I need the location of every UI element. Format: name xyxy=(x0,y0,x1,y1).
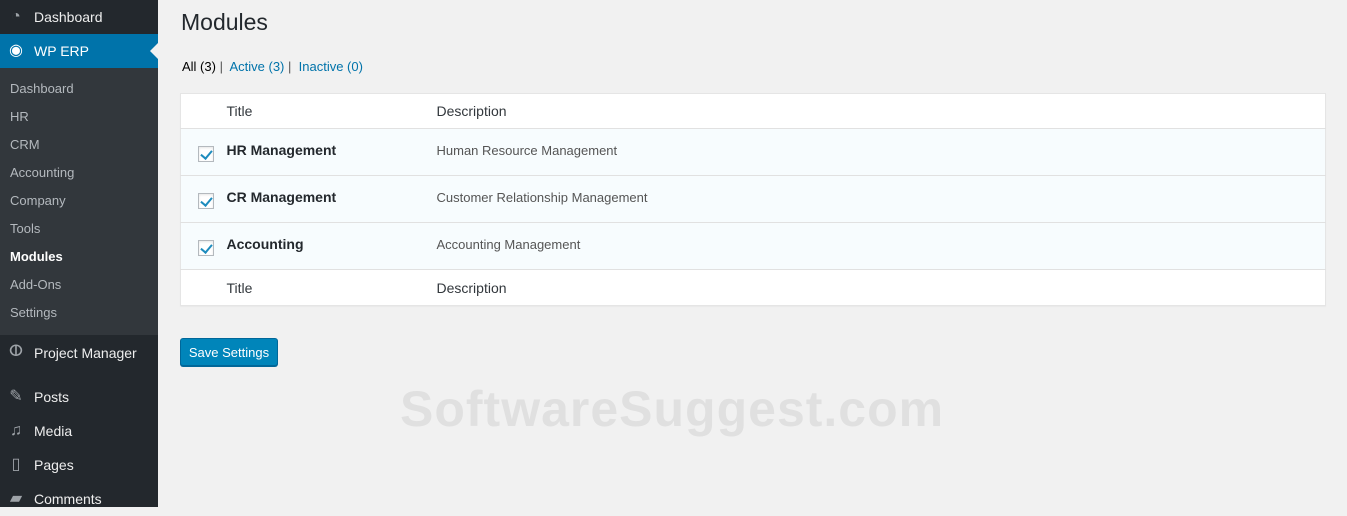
column-title[interactable]: Title xyxy=(226,93,437,129)
submenu-settings[interactable]: Settings xyxy=(0,299,158,327)
menu-label: Project Manager xyxy=(34,345,137,361)
submenu-company[interactable]: Company xyxy=(0,187,158,215)
module-checkbox[interactable] xyxy=(198,193,214,209)
wp-erp-logo-icon: ◉ xyxy=(9,42,23,59)
table-row: Accounting Accounting Management xyxy=(180,222,1326,270)
submenu-accounting[interactable]: Accounting xyxy=(0,159,158,187)
comment-icon: ▰ xyxy=(9,490,23,507)
menu-project-manager[interactable]: ⵀ Project Manager xyxy=(0,335,158,371)
modules-table: Title Description HR Management Human Reso… xyxy=(180,93,1326,306)
filter-active[interactable]: Active (3) xyxy=(229,59,284,74)
menu-wp-erp[interactable]: ◉ WP ERP xyxy=(0,34,158,68)
menu-label: Posts xyxy=(34,389,70,405)
table-row: CR Management Customer Relationship Manag… xyxy=(180,175,1326,223)
menu-posts[interactable]: ✎ Posts xyxy=(0,380,158,414)
footer-column-title[interactable]: Title xyxy=(226,269,437,306)
pin-icon: ✎ xyxy=(9,388,23,405)
menu-label: Dashboard xyxy=(34,9,103,25)
module-description: Customer Relationship Management xyxy=(436,175,1326,223)
page-title: Modules xyxy=(181,9,268,35)
footer-column-description[interactable]: Description xyxy=(436,269,1326,306)
media-icon: ♫ xyxy=(10,422,22,439)
module-description: Accounting Management xyxy=(436,222,1326,270)
menu-label: Media xyxy=(34,423,73,439)
current-arrow xyxy=(150,43,158,59)
module-checkbox[interactable] xyxy=(198,146,214,162)
submenu-modules[interactable]: Modules xyxy=(0,243,158,271)
wp-erp-submenu: Dashboard HR CRM Accounting Company Tool… xyxy=(0,68,158,335)
admin-sidebar: ◔ Dashboard ◉ WP ERP Dashboard HR CRM Acco… xyxy=(0,0,158,507)
dashboard-gauge-icon: ◔ xyxy=(11,8,21,25)
filter-all[interactable]: All (3) xyxy=(182,59,216,74)
submenu-tools[interactable]: Tools xyxy=(0,215,158,243)
save-settings-button[interactable]: Save Settings xyxy=(180,338,278,366)
column-description[interactable]: Description xyxy=(436,93,1326,129)
pages-icon: ▯ xyxy=(11,456,21,473)
menu-dashboard[interactable]: ◔ Dashboard xyxy=(0,0,158,34)
module-description: Human Resource Management xyxy=(436,143,618,158)
menu-label: WP ERP xyxy=(34,43,89,59)
separator: | xyxy=(219,59,223,74)
menu-label: Pages xyxy=(34,457,74,473)
menu-pages[interactable]: ▯ Pages xyxy=(0,448,158,482)
project-manager-icon: ⵀ xyxy=(8,343,24,360)
module-title: Accounting xyxy=(226,222,437,270)
filter-inactive[interactable]: Inactive (0) xyxy=(299,59,363,74)
menu-label: Comments xyxy=(34,491,102,507)
separator: | xyxy=(288,59,292,74)
module-checkbox[interactable] xyxy=(198,240,214,256)
submenu-crm[interactable]: CRM xyxy=(0,131,158,159)
menu-media[interactable]: ♫ Media xyxy=(0,414,158,448)
submenu-dashboard[interactable]: Dashboard xyxy=(0,75,158,103)
watermark: SoftwareSuggest.com xyxy=(400,381,945,437)
status-filters: All (3) | Active (3) | Inactive (0) xyxy=(182,59,363,74)
module-title: CR Management xyxy=(226,175,437,223)
module-title: HR Management xyxy=(226,142,337,158)
menu-comments[interactable]: ▰ Comments xyxy=(0,482,158,516)
table-row: HR Management Human Resource Management xyxy=(180,128,1326,176)
submenu-add-ons[interactable]: Add-Ons xyxy=(0,271,158,299)
submenu-hr[interactable]: HR xyxy=(0,103,158,131)
